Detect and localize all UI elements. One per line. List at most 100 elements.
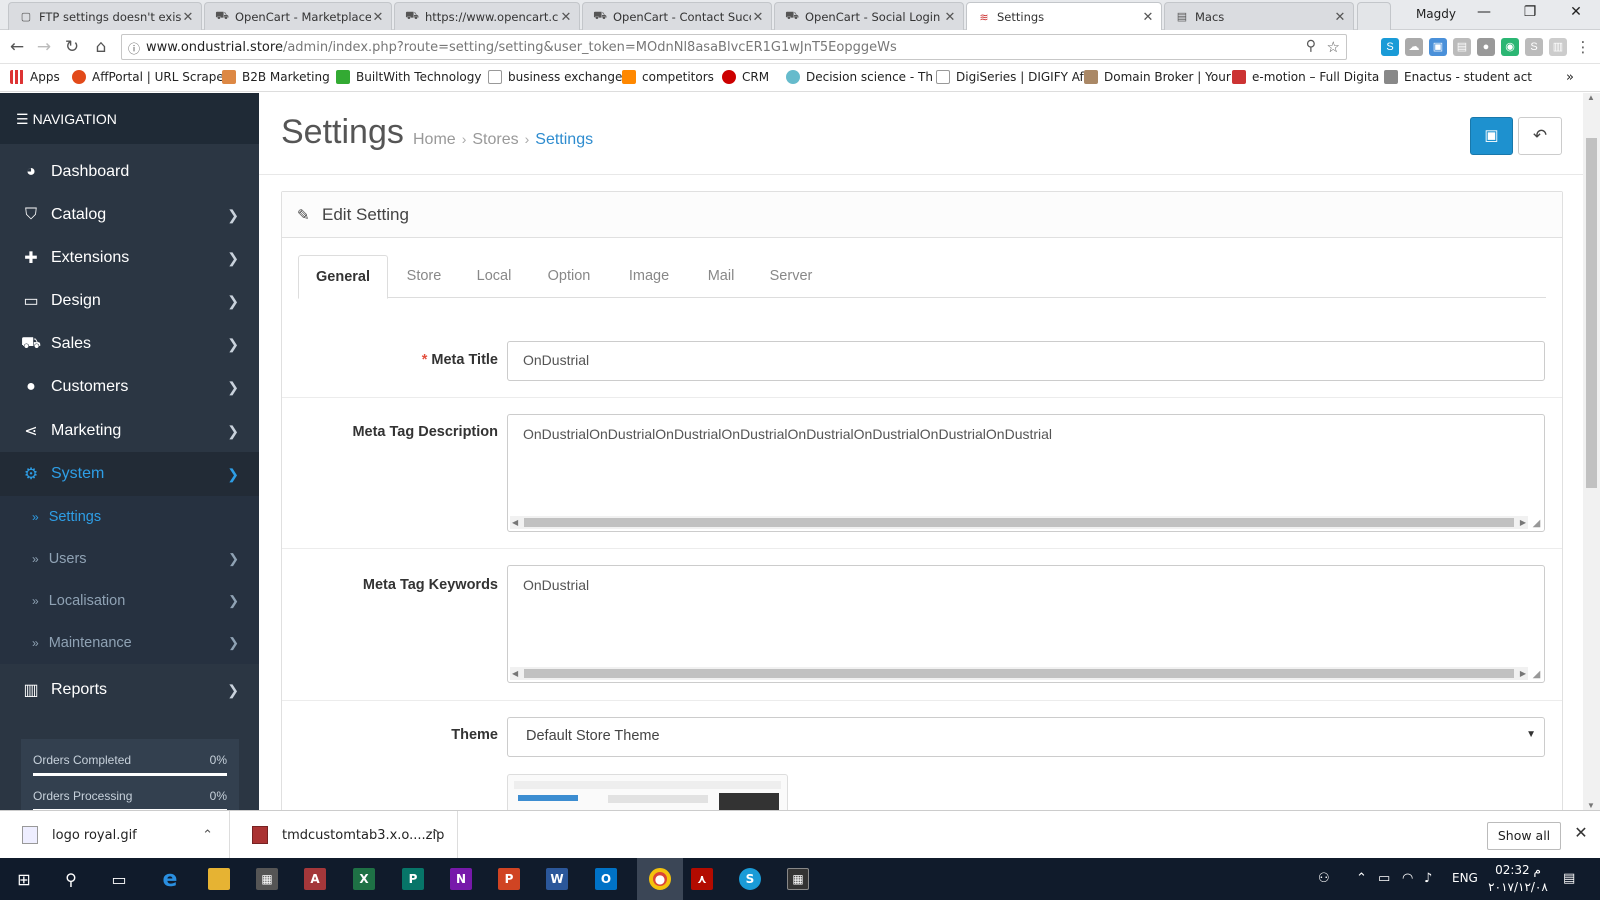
bookmark-star-icon[interactable]: ☆	[1327, 38, 1340, 56]
bookmark-item[interactable]: DigiSeries | DIGIFY Af	[936, 70, 1084, 84]
clock[interactable]: 02:32 م ٢٠١٧/١٢/٠٨	[1488, 862, 1548, 896]
store-icon[interactable]: ▦	[252, 865, 282, 893]
extension-icon[interactable]: S	[1525, 38, 1543, 56]
scroll-left-icon[interactable]: ◀	[512, 516, 518, 529]
chevron-up-icon[interactable]: ⌃	[202, 828, 213, 843]
tray-chevron-up-icon[interactable]: ⌃	[1356, 871, 1367, 886]
sidebar-item-marketing[interactable]: ⋖ Marketing ❯	[0, 409, 259, 453]
back-arrow-icon[interactable]: ←	[6, 36, 28, 58]
task-view-icon[interactable]: ▭	[104, 865, 134, 893]
windows-start-icon[interactable]: ⊞	[9, 865, 39, 893]
battery-icon[interactable]: ▭	[1378, 871, 1390, 886]
bookmark-item[interactable]: e-motion – Full Digita	[1232, 70, 1379, 84]
acrobat-icon[interactable]: ⋏	[687, 865, 717, 893]
edge-icon[interactable]: e	[155, 865, 185, 893]
skype-business-icon[interactable]: S	[735, 865, 765, 893]
bookmark-item[interactable]: Domain Broker | Your	[1084, 70, 1231, 84]
excel-icon[interactable]: X	[349, 865, 379, 893]
address-bar[interactable]: ⓘ www.ondustrial.store/admin/index.php?r…	[121, 34, 1347, 60]
extension-icon[interactable]: ▤	[1453, 38, 1471, 56]
bookmark-apps[interactable]: Apps	[10, 70, 60, 84]
close-tab-icon[interactable]: ✕	[943, 9, 957, 25]
resize-handle-icon[interactable]: ◢	[1530, 517, 1543, 530]
page-vertical-scrollbar[interactable]: ▲ ▼	[1583, 93, 1600, 810]
meta-description-textarea[interactable]: OnDustrialOnDustrialOnDustrialOnDustrial…	[507, 414, 1545, 532]
meta-title-input[interactable]: OnDustrial	[507, 341, 1545, 381]
download-item[interactable]: tmdcustomtab3.x.o....zip ⌃	[230, 811, 458, 859]
people-icon[interactable]: ⚇	[1318, 871, 1330, 886]
profile-name[interactable]: Magdy	[1416, 7, 1456, 21]
theme-select[interactable]: Default Store Theme ▼	[507, 717, 1545, 757]
chrome-icon[interactable]: ●	[637, 858, 683, 900]
volume-icon[interactable]: ♪	[1424, 871, 1432, 886]
home-icon[interactable]: ⌂	[90, 36, 112, 58]
meta-keywords-textarea[interactable]: OnDustrial ◀ ▶ ◢	[507, 565, 1545, 683]
back-button[interactable]: ↶	[1518, 117, 1562, 155]
close-tab-icon[interactable]: ✕	[371, 9, 385, 25]
extension-icon[interactable]: ◉	[1501, 38, 1519, 56]
download-item[interactable]: logo royal.gif ⌃	[0, 811, 230, 859]
browser-tab[interactable]: ▢ FTP settings doesn't exis ✕	[8, 2, 202, 30]
browser-tab[interactable]: ⛟ https://www.opencart.co ✕	[394, 2, 580, 30]
info-icon[interactable]: ⓘ	[128, 40, 140, 57]
tab-local[interactable]: Local	[464, 255, 524, 298]
sidebar-subitem-users[interactable]: » Users ❯	[0, 538, 259, 580]
browser-tab-active[interactable]: ≋ Settings ✕	[966, 2, 1162, 31]
close-tab-icon[interactable]: ✕	[1141, 9, 1155, 25]
minimize-icon[interactable]: —	[1464, 4, 1504, 26]
bookmark-item[interactable]: Enactus - student act	[1384, 70, 1532, 84]
publisher-icon[interactable]: P	[398, 865, 428, 893]
scroll-down-icon[interactable]: ▼	[1587, 801, 1595, 810]
file-explorer-icon[interactable]	[204, 865, 234, 893]
bookmark-item[interactable]: B2B Marketing	[222, 70, 330, 84]
outlook-icon[interactable]: O	[591, 865, 621, 893]
sidebar-item-customers[interactable]: ● Customers ❯	[0, 365, 259, 409]
restore-icon[interactable]: ❐	[1510, 4, 1550, 26]
tab-option[interactable]: Option	[536, 255, 602, 298]
zoom-icon[interactable]: ⚲	[1306, 38, 1316, 54]
language-indicator[interactable]: ENG	[1452, 871, 1478, 885]
wifi-icon[interactable]: ◠	[1402, 871, 1413, 886]
close-tab-icon[interactable]: ✕	[559, 9, 573, 25]
horizontal-scrollbar[interactable]: ◀ ▶	[510, 516, 1528, 529]
sidebar-item-design[interactable]: ▭ Design ❯	[0, 279, 259, 323]
more-bookmarks-icon[interactable]: »	[1566, 70, 1574, 85]
extension-icon[interactable]: ●	[1477, 38, 1495, 56]
chevron-up-icon[interactable]: ⌃	[430, 828, 441, 843]
save-button[interactable]: ▣	[1470, 117, 1513, 155]
bookmark-item[interactable]: business exchange	[488, 70, 622, 84]
powerpoint-icon[interactable]: P	[494, 865, 524, 893]
sidebar-item-extensions[interactable]: ✚ Extensions ❯	[0, 236, 259, 280]
browser-tab[interactable]: ▤ Macs ✕	[1164, 2, 1354, 30]
search-icon[interactable]: ⚲	[56, 865, 86, 893]
navigation-header[interactable]: ☰ NAVIGATION	[0, 93, 259, 144]
bookmark-item[interactable]: AffPortal | URL Scrape	[72, 70, 224, 84]
breadcrumb-stores[interactable]: Stores	[472, 131, 518, 149]
tab-server[interactable]: Server	[758, 255, 824, 298]
sidebar-subitem-localisation[interactable]: » Localisation ❯	[0, 580, 259, 622]
close-tab-icon[interactable]: ✕	[1333, 9, 1347, 25]
cloud-extension-icon[interactable]: ☁	[1405, 38, 1423, 56]
sidebar-item-reports[interactable]: ▥ Reports ❯	[0, 668, 259, 712]
bookmark-item[interactable]: competitors	[622, 70, 714, 84]
sidebar-subitem-maintenance[interactable]: » Maintenance ❯	[0, 622, 259, 664]
scroll-right-icon[interactable]: ▶	[1520, 667, 1526, 680]
tab-mail[interactable]: Mail	[694, 255, 748, 298]
calculator-icon[interactable]: ▦	[783, 865, 813, 893]
sidebar-item-system[interactable]: ⚙ System ❯	[0, 452, 259, 496]
scroll-thumb[interactable]	[524, 669, 1514, 678]
scroll-up-icon[interactable]: ▲	[1587, 93, 1595, 102]
resize-handle-icon[interactable]: ◢	[1530, 668, 1543, 681]
show-all-button[interactable]: Show all	[1487, 822, 1561, 850]
scroll-right-icon[interactable]: ▶	[1520, 516, 1526, 529]
scroll-thumb[interactable]	[1586, 138, 1597, 488]
sidebar-item-sales[interactable]: ⛟ Sales ❯	[0, 322, 259, 366]
close-icon[interactable]: ✕	[1570, 823, 1592, 845]
forward-arrow-icon[interactable]: →	[33, 36, 55, 58]
tab-general[interactable]: General	[298, 255, 388, 299]
bookmark-item[interactable]: Decision science - Th	[786, 70, 933, 84]
horizontal-scrollbar[interactable]: ◀ ▶	[510, 667, 1528, 680]
reload-icon[interactable]: ↻	[61, 36, 83, 58]
skype-extension-icon[interactable]: S	[1381, 38, 1399, 56]
browser-tab[interactable]: ⛟ OpenCart - Social Login ✕	[774, 2, 964, 30]
